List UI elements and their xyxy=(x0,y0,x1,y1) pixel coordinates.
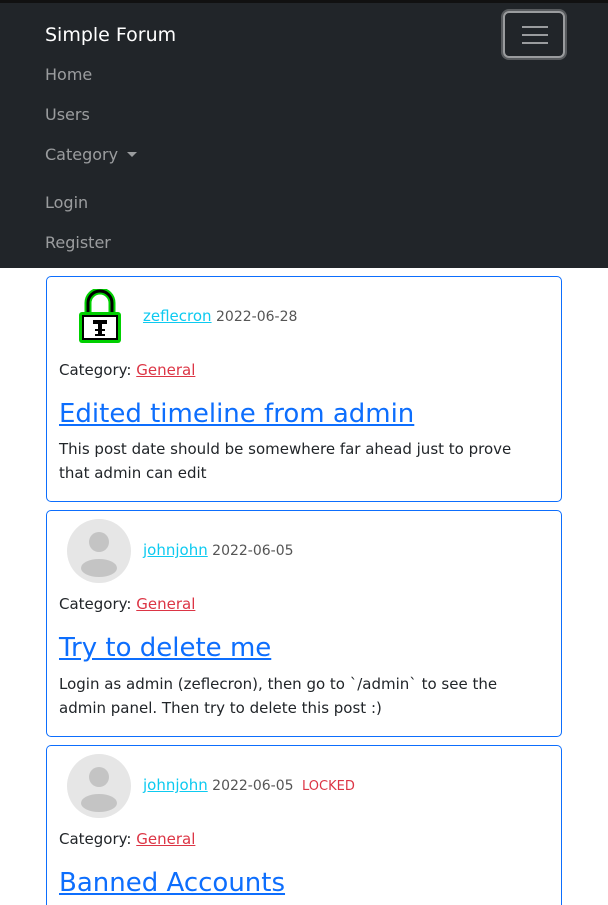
post-meta: zeflecron 2022-06-28 xyxy=(143,306,297,327)
post-category: Category: General xyxy=(59,360,195,380)
post-meta: johnjohn 2022-06-05 LOCKED xyxy=(143,775,355,797)
category-link[interactable]: General xyxy=(136,361,195,379)
category-label: Category: xyxy=(59,595,132,613)
post-category: Category: General xyxy=(59,594,195,614)
category-link[interactable]: General xyxy=(136,830,195,848)
post-title-link[interactable]: Try to delete me xyxy=(59,632,271,664)
post-category: Category: General xyxy=(59,829,195,849)
nav-item-category-label: Category xyxy=(45,145,119,164)
post-date: 2022-06-28 xyxy=(216,309,298,325)
category-label: Category: xyxy=(59,361,132,379)
post-body: This post date should be somewhere far a… xyxy=(59,440,512,482)
nav-item-home[interactable]: Home xyxy=(45,65,92,85)
post-meta: johnjohn 2022-06-05 xyxy=(143,540,294,561)
default-avatar-icon xyxy=(67,754,131,818)
caret-down-icon xyxy=(127,152,138,157)
author-link[interactable]: johnjohn xyxy=(143,541,208,559)
nav-item-register[interactable]: Register xyxy=(45,233,111,253)
nav-item-category[interactable]: Category xyxy=(45,145,138,165)
hamburger-icon-bar xyxy=(522,34,548,36)
nav-item-users[interactable]: Users xyxy=(45,105,90,125)
brand-link[interactable]: Simple Forum xyxy=(45,23,176,47)
post-title-link[interactable]: Edited timeline from admin xyxy=(59,398,414,430)
post-card: johnjohn 2022-06-05 LOCKED Category: Gen… xyxy=(46,745,562,905)
post-title-link[interactable]: Banned Accounts xyxy=(59,867,285,899)
default-avatar-icon xyxy=(67,519,131,583)
category-label: Category: xyxy=(59,830,132,848)
navbar-toggler-button[interactable] xyxy=(503,11,565,58)
nav-item-login[interactable]: Login xyxy=(45,193,88,213)
category-link[interactable]: General xyxy=(136,595,195,613)
author-link[interactable]: johnjohn xyxy=(143,776,208,794)
post-date: 2022-06-05 xyxy=(212,543,294,559)
author-link[interactable]: zeflecron xyxy=(143,307,212,325)
hamburger-icon xyxy=(522,26,548,28)
lock-avatar-icon xyxy=(77,287,123,345)
post-date: 2022-06-05 xyxy=(212,778,294,794)
post-card: johnjohn 2022-06-05 Category: General Tr… xyxy=(46,510,562,737)
post-body: Login as admin (zeflecron), then go to `… xyxy=(59,675,498,717)
locked-badge: LOCKED xyxy=(302,779,355,794)
post-card: zeflecron 2022-06-28 Category: General E… xyxy=(46,276,562,502)
navbar: Simple Forum Home Users Category Login R… xyxy=(0,0,608,268)
hamburger-icon-bar xyxy=(522,42,548,44)
